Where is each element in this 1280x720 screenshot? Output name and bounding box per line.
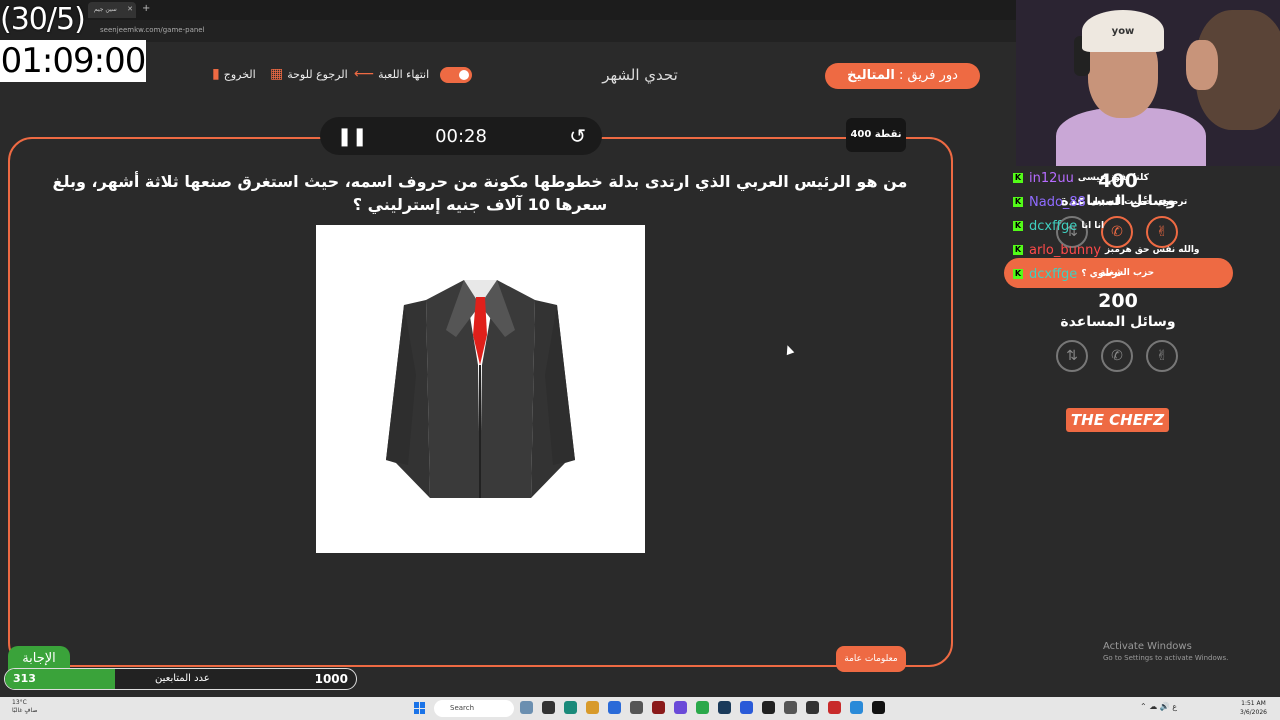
kick-badge-icon: K <box>1013 245 1023 255</box>
chat-username: arlo_bunny <box>1029 242 1102 258</box>
chat-username: Nado_88 <box>1029 194 1086 210</box>
app-icon[interactable] <box>784 701 797 714</box>
webcam-feed: yow <box>1016 0 1280 166</box>
app-icon[interactable] <box>674 701 687 714</box>
team2-phone-swap-icon[interactable]: ⇅ <box>1056 340 1088 372</box>
chat-overlay: K in12uu كلنا نفوز عيسى K Nado_88 ترصوي … <box>1013 166 1233 286</box>
app-icon[interactable] <box>608 701 621 714</box>
weather-desc: صافٍ غالبًا <box>12 707 38 714</box>
reset-timer-icon[interactable]: ↺ <box>569 124 586 148</box>
chat-username: dcxffge <box>1029 218 1078 234</box>
streamer-beanie: yow <box>1082 10 1164 52</box>
back-to-board-button[interactable]: ▦ الرجوع للوحة <box>270 66 348 82</box>
stream-timer-overlay: 01:09:00 <box>0 40 146 82</box>
team-turn-badge: دور فريق : المتاليخ <box>825 63 980 89</box>
turn-team-name: المتاليخ <box>847 68 895 83</box>
page-title: تحدي الشهر <box>602 66 678 84</box>
team2-phone-icon[interactable]: ✆ <box>1101 340 1133 372</box>
question-timer: ❚❚ 00:28 ↺ <box>320 117 602 155</box>
clock-date: 3/6/2026 <box>1240 709 1267 716</box>
chat-text: انا انا <box>1081 221 1105 231</box>
weather-temp: 13°C <box>12 699 27 706</box>
chat-text: ترصوي ؟ <box>1081 269 1122 279</box>
watermark-line2: Go to Settings to activate Windows. <box>1103 654 1229 662</box>
clock-time: 1:51 AM <box>1241 700 1266 707</box>
app-icon[interactable] <box>542 701 555 714</box>
app-icon[interactable] <box>564 701 577 714</box>
followers-current: 313 <box>13 672 36 685</box>
system-tray[interactable]: ⌃ ☁ 🔊 ع <box>1140 702 1177 711</box>
taskbar-clock[interactable]: 1:51 AM 3/6/2026 <box>1240 699 1267 717</box>
close-tab-icon[interactable]: ✕ <box>127 5 133 13</box>
app-icon[interactable] <box>828 701 841 714</box>
followers-label: عدد المتابعين <box>155 673 210 684</box>
category-button[interactable]: معلومات عامة <box>836 646 906 672</box>
browser-tab-bar: سين جيم ✕ + <box>0 0 1016 20</box>
watermark-line1: Activate Windows <box>1103 641 1192 652</box>
chat-text: والله نفس حق هرمبز <box>1105 245 1200 255</box>
url-text: seenjeemkw.com/game-panel <box>100 26 205 34</box>
chat-message: K dcxffge ترصوي ؟ <box>1013 262 1233 286</box>
kick-badge-icon: K <box>1013 197 1023 207</box>
app-icon[interactable] <box>520 701 533 714</box>
team2-peace-hand-icon[interactable]: ✌ <box>1146 340 1178 372</box>
kick-badge-icon: K <box>1013 269 1023 279</box>
team2-lifelines-label: وسائل المساعدة <box>1060 314 1176 330</box>
question-counter-overlay: (30/5) <box>0 2 86 37</box>
windows-start-icon[interactable] <box>414 702 426 714</box>
app-icon[interactable] <box>718 701 731 714</box>
team2-score: 200 <box>1098 290 1138 312</box>
turn-prefix: دور فريق : <box>899 68 958 83</box>
points-badge: 400 نقطة <box>846 118 906 152</box>
arrow-left-icon: ⟵ <box>354 66 375 82</box>
address-bar[interactable]: seenjeemkw.com/game-panel <box>0 20 1016 42</box>
chat-text: كلنا نفوز عيسى <box>1077 173 1149 183</box>
new-tab-icon[interactable]: + <box>142 3 150 14</box>
chrome-icon[interactable] <box>696 701 709 714</box>
taskbar-apps <box>520 701 885 714</box>
language-indicator: ع <box>1172 702 1178 711</box>
end-game-button[interactable]: ⟵ انتهاء اللعبة <box>354 66 429 82</box>
followers-progress-bar: 313 عدد المتابعين 1000 <box>4 668 357 690</box>
suit-jacket-icon <box>386 280 575 498</box>
taskbar-search[interactable]: Search <box>434 700 514 717</box>
end-game-toggle[interactable] <box>440 67 472 83</box>
grid-icon: ▦ <box>270 66 284 82</box>
exit-button[interactable]: ▮ الخروج <box>212 66 256 82</box>
sponsor-logo: THE CHEFZ <box>1066 408 1169 432</box>
end-game-label: انتهاء اللعبة <box>378 67 430 81</box>
app-icon[interactable] <box>806 701 819 714</box>
kick-badge-icon: K <box>1013 173 1023 183</box>
app-icon[interactable] <box>740 701 753 714</box>
browser-tab[interactable]: سين جيم ✕ <box>88 2 136 18</box>
door-exit-icon: ▮ <box>212 66 220 82</box>
app-icon[interactable] <box>586 701 599 714</box>
kick-badge-icon: K <box>1013 221 1023 231</box>
exit-label: الخروج <box>223 67 256 81</box>
question-image <box>316 225 645 553</box>
question-text: من هو الرئيس العربي الذي ارتدى بدلة خطوط… <box>52 172 908 214</box>
chat-message: K in12uu كلنا نفوز عيسى <box>1013 166 1233 190</box>
chat-text: ترصوي حطيت السبيل <box>1089 197 1188 207</box>
back-to-board-label: الرجوع للوحة <box>287 67 348 81</box>
chat-message: K Nado_88 ترصوي حطيت السبيل <box>1013 190 1233 214</box>
chat-message: K dcxffge انا انا <box>1013 214 1233 238</box>
browser-tab-title: سين جيم <box>94 6 117 13</box>
app-icon[interactable] <box>872 701 885 714</box>
windows-taskbar: 13°C صافٍ غالبًا Search ⌃ ☁ 🔊 ع 1:51 AM … <box>0 697 1280 720</box>
app-icon[interactable] <box>762 701 775 714</box>
app-icon[interactable] <box>652 701 665 714</box>
weather-widget[interactable]: 13°C صافٍ غالبًا <box>12 699 37 715</box>
app-icon[interactable] <box>630 701 643 714</box>
chat-message: K arlo_bunny والله نفس حق هرمبز <box>1013 238 1233 262</box>
activate-windows-watermark: Activate Windows Go to Settings to activ… <box>1103 641 1228 662</box>
chat-username: dcxffge <box>1029 266 1078 282</box>
chat-username: in12uu <box>1029 170 1074 186</box>
app-icon[interactable] <box>850 701 863 714</box>
timer-value: 00:28 <box>435 126 487 147</box>
followers-goal: 1000 <box>314 672 348 686</box>
